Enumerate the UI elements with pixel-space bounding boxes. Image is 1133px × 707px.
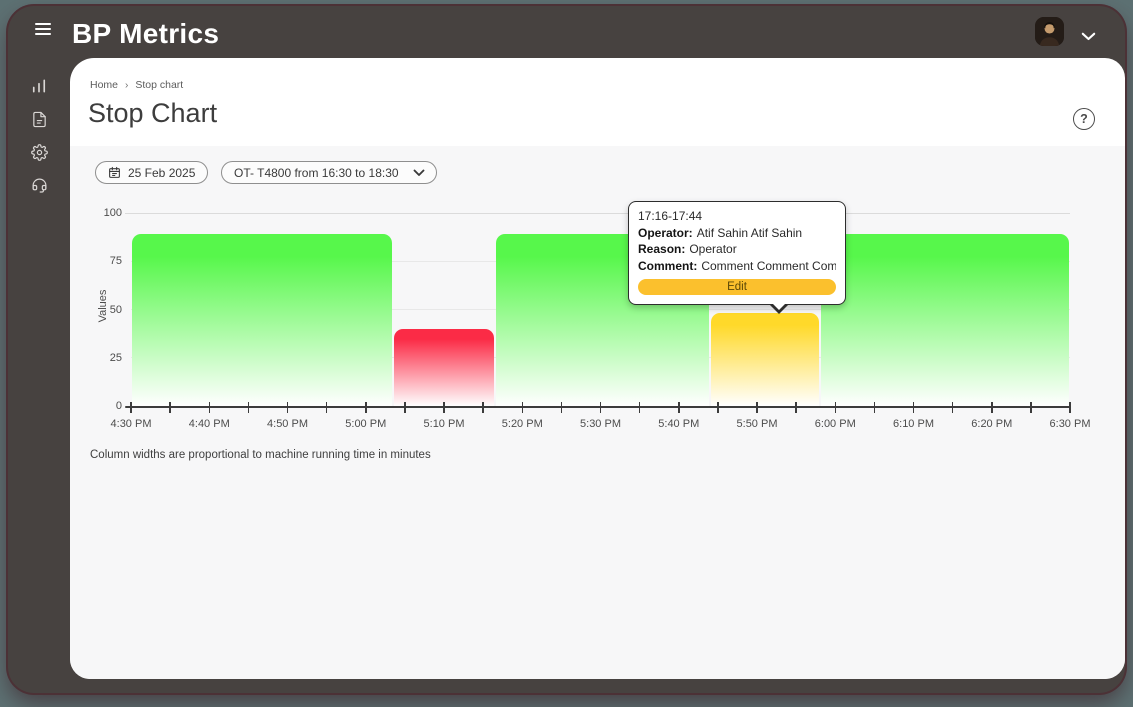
x-axis-tick [912, 401, 915, 413]
bar-chart-icon [32, 79, 46, 93]
document-icon [32, 111, 46, 127]
x-axis-tick [599, 401, 602, 413]
sidebar-item-support[interactable] [28, 176, 50, 194]
gear-icon [30, 143, 48, 161]
app-window: BP Metrics Home › Stop chart Stop Chart … [8, 6, 1125, 693]
tooltip-arrow [769, 303, 789, 314]
breadcrumb-separator-icon: › [125, 79, 129, 91]
chart-panel: 25 Feb 2025 OT- T4800 from 16:30 to 18:3… [70, 146, 1125, 679]
x-axis-tick [638, 401, 641, 413]
menu-icon [35, 23, 51, 26]
x-axis-tick [717, 401, 719, 413]
gridline-100 [125, 212, 1070, 214]
x-axis-tick [325, 401, 328, 413]
avatar-image [1035, 17, 1064, 46]
x-axis-tick [169, 401, 171, 413]
breadcrumb-home[interactable]: Home [90, 79, 118, 91]
x-tick-label: 4:50 PM [267, 418, 308, 430]
x-axis-tick [1030, 401, 1032, 413]
breadcrumb: Home › Stop chart [90, 79, 183, 91]
x-axis-tick [521, 401, 523, 413]
x-tick-label: 6:30 PM [1049, 418, 1091, 430]
x-tick-label: 5:10 PM [423, 418, 465, 430]
stop-chart: Values 0 25 50 75 100 4:30 PM 4:40 PM 4:50 PM 5:… [70, 201, 1125, 491]
chart-bar-running[interactable] [820, 234, 1069, 406]
y-tick-label: 75 [109, 255, 122, 268]
page-title: Stop Chart [88, 98, 218, 128]
x-axis-tick [130, 401, 132, 413]
tooltip-comment-row: Comment:Comment Comment Comme... [638, 258, 836, 273]
x-axis-tick [873, 401, 876, 413]
y-tick-label: 50 [109, 303, 122, 316]
tooltip-time-range: 17:16-17:44 [638, 209, 703, 223]
chart-bar-running[interactable] [132, 234, 393, 406]
headset-icon [32, 178, 46, 193]
chart-bar-operator-stop[interactable] [711, 313, 819, 406]
y-tick-label: 25 [109, 351, 122, 364]
content-card: Home › Stop chart Stop Chart ? 25 Feb 20… [70, 58, 1125, 679]
x-tick-label: 5:30 PM [580, 418, 621, 430]
edit-button[interactable]: Edit [638, 279, 836, 295]
x-axis-tick [951, 401, 954, 413]
x-tick-label: 6:10 PM [893, 418, 934, 430]
calendar-icon [109, 166, 120, 178]
x-axis-tick [443, 401, 445, 413]
chart-footnote: Column widths are proportional to machin… [90, 449, 431, 461]
x-tick-label: 5:00 PM [345, 418, 387, 430]
x-axis-tick [560, 401, 563, 413]
x-axis-tick [208, 401, 210, 413]
chevron-down-icon [413, 169, 424, 176]
x-axis [125, 406, 1070, 408]
x-axis-tick [834, 401, 836, 413]
y-tick-label: 100 [103, 207, 122, 219]
x-axis-tick [365, 401, 367, 413]
chevron-down-icon [1081, 32, 1096, 41]
x-tick-label: 5:40 PM [658, 418, 700, 430]
x-axis-tick [1069, 401, 1071, 413]
chart-plot [125, 212, 1070, 406]
x-axis-tick [404, 401, 406, 413]
user-menu-chevron[interactable] [1081, 29, 1096, 44]
x-axis-tick [247, 401, 250, 413]
x-axis-tick [678, 401, 680, 413]
x-axis-tick [756, 401, 758, 413]
help-button[interactable]: ? [1073, 108, 1095, 130]
x-axis-tick [482, 401, 484, 413]
x-tick-label: 5:20 PM [501, 418, 543, 430]
x-tick-label: 6:20 PM [971, 418, 1013, 430]
menu-button[interactable] [35, 23, 53, 38]
sidebar-item-metrics[interactable] [28, 77, 50, 95]
tooltip-reason-row: Reason: Operator [638, 242, 737, 256]
x-tick-label: 4:30 PM [110, 418, 152, 430]
sidebar [8, 58, 70, 693]
machine-select[interactable]: OT- T4800 from 16:30 to 18:30 [221, 161, 437, 184]
x-axis-tick [286, 401, 289, 413]
machine-select-value: OT- T4800 from 16:30 to 18:30 [234, 165, 399, 180]
y-tick-label: 0 [115, 400, 122, 412]
x-tick-label: 6:00 PM [814, 418, 856, 430]
tooltip-operator-row: Operator: Atif Sahin Atif Sahin [638, 225, 803, 240]
x-axis-tick [991, 401, 993, 413]
breadcrumb-current: Stop chart [135, 79, 184, 91]
chart-bar-stopped[interactable] [394, 328, 494, 406]
user-avatar[interactable] [1035, 17, 1064, 46]
x-tick-label: 5:50 PM [736, 418, 778, 430]
x-tick-label: 4:40 PM [188, 418, 230, 430]
date-picker[interactable]: 25 Feb 2025 [95, 161, 209, 184]
sidebar-item-reports[interactable] [28, 110, 50, 128]
app-title: BP Metrics [72, 18, 220, 49]
date-picker-value: 25 Feb 2025 [128, 165, 196, 180]
help-icon: ? [1080, 112, 1088, 126]
sidebar-item-settings[interactable] [28, 143, 50, 161]
x-axis-tick [795, 401, 797, 413]
bar-tooltip: 17:16-17:44 Operator: Atif Sahin Atif Sah… [628, 201, 846, 314]
